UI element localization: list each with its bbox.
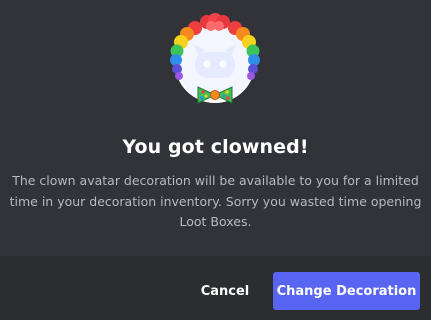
cancel-button[interactable]: Cancel — [190, 272, 260, 310]
clown-avatar-decoration-icon — [165, 12, 265, 112]
decoration-modal: You got clowned! The clown avatar decora… — [0, 0, 431, 320]
dialog-description: The clown avatar decoration will be avai… — [9, 173, 422, 229]
dialog-footer: Cancel Change Decoration — [0, 256, 431, 320]
change-decoration-button[interactable]: Change Decoration — [273, 272, 420, 310]
dialog-title: You got clowned! — [122, 136, 309, 158]
